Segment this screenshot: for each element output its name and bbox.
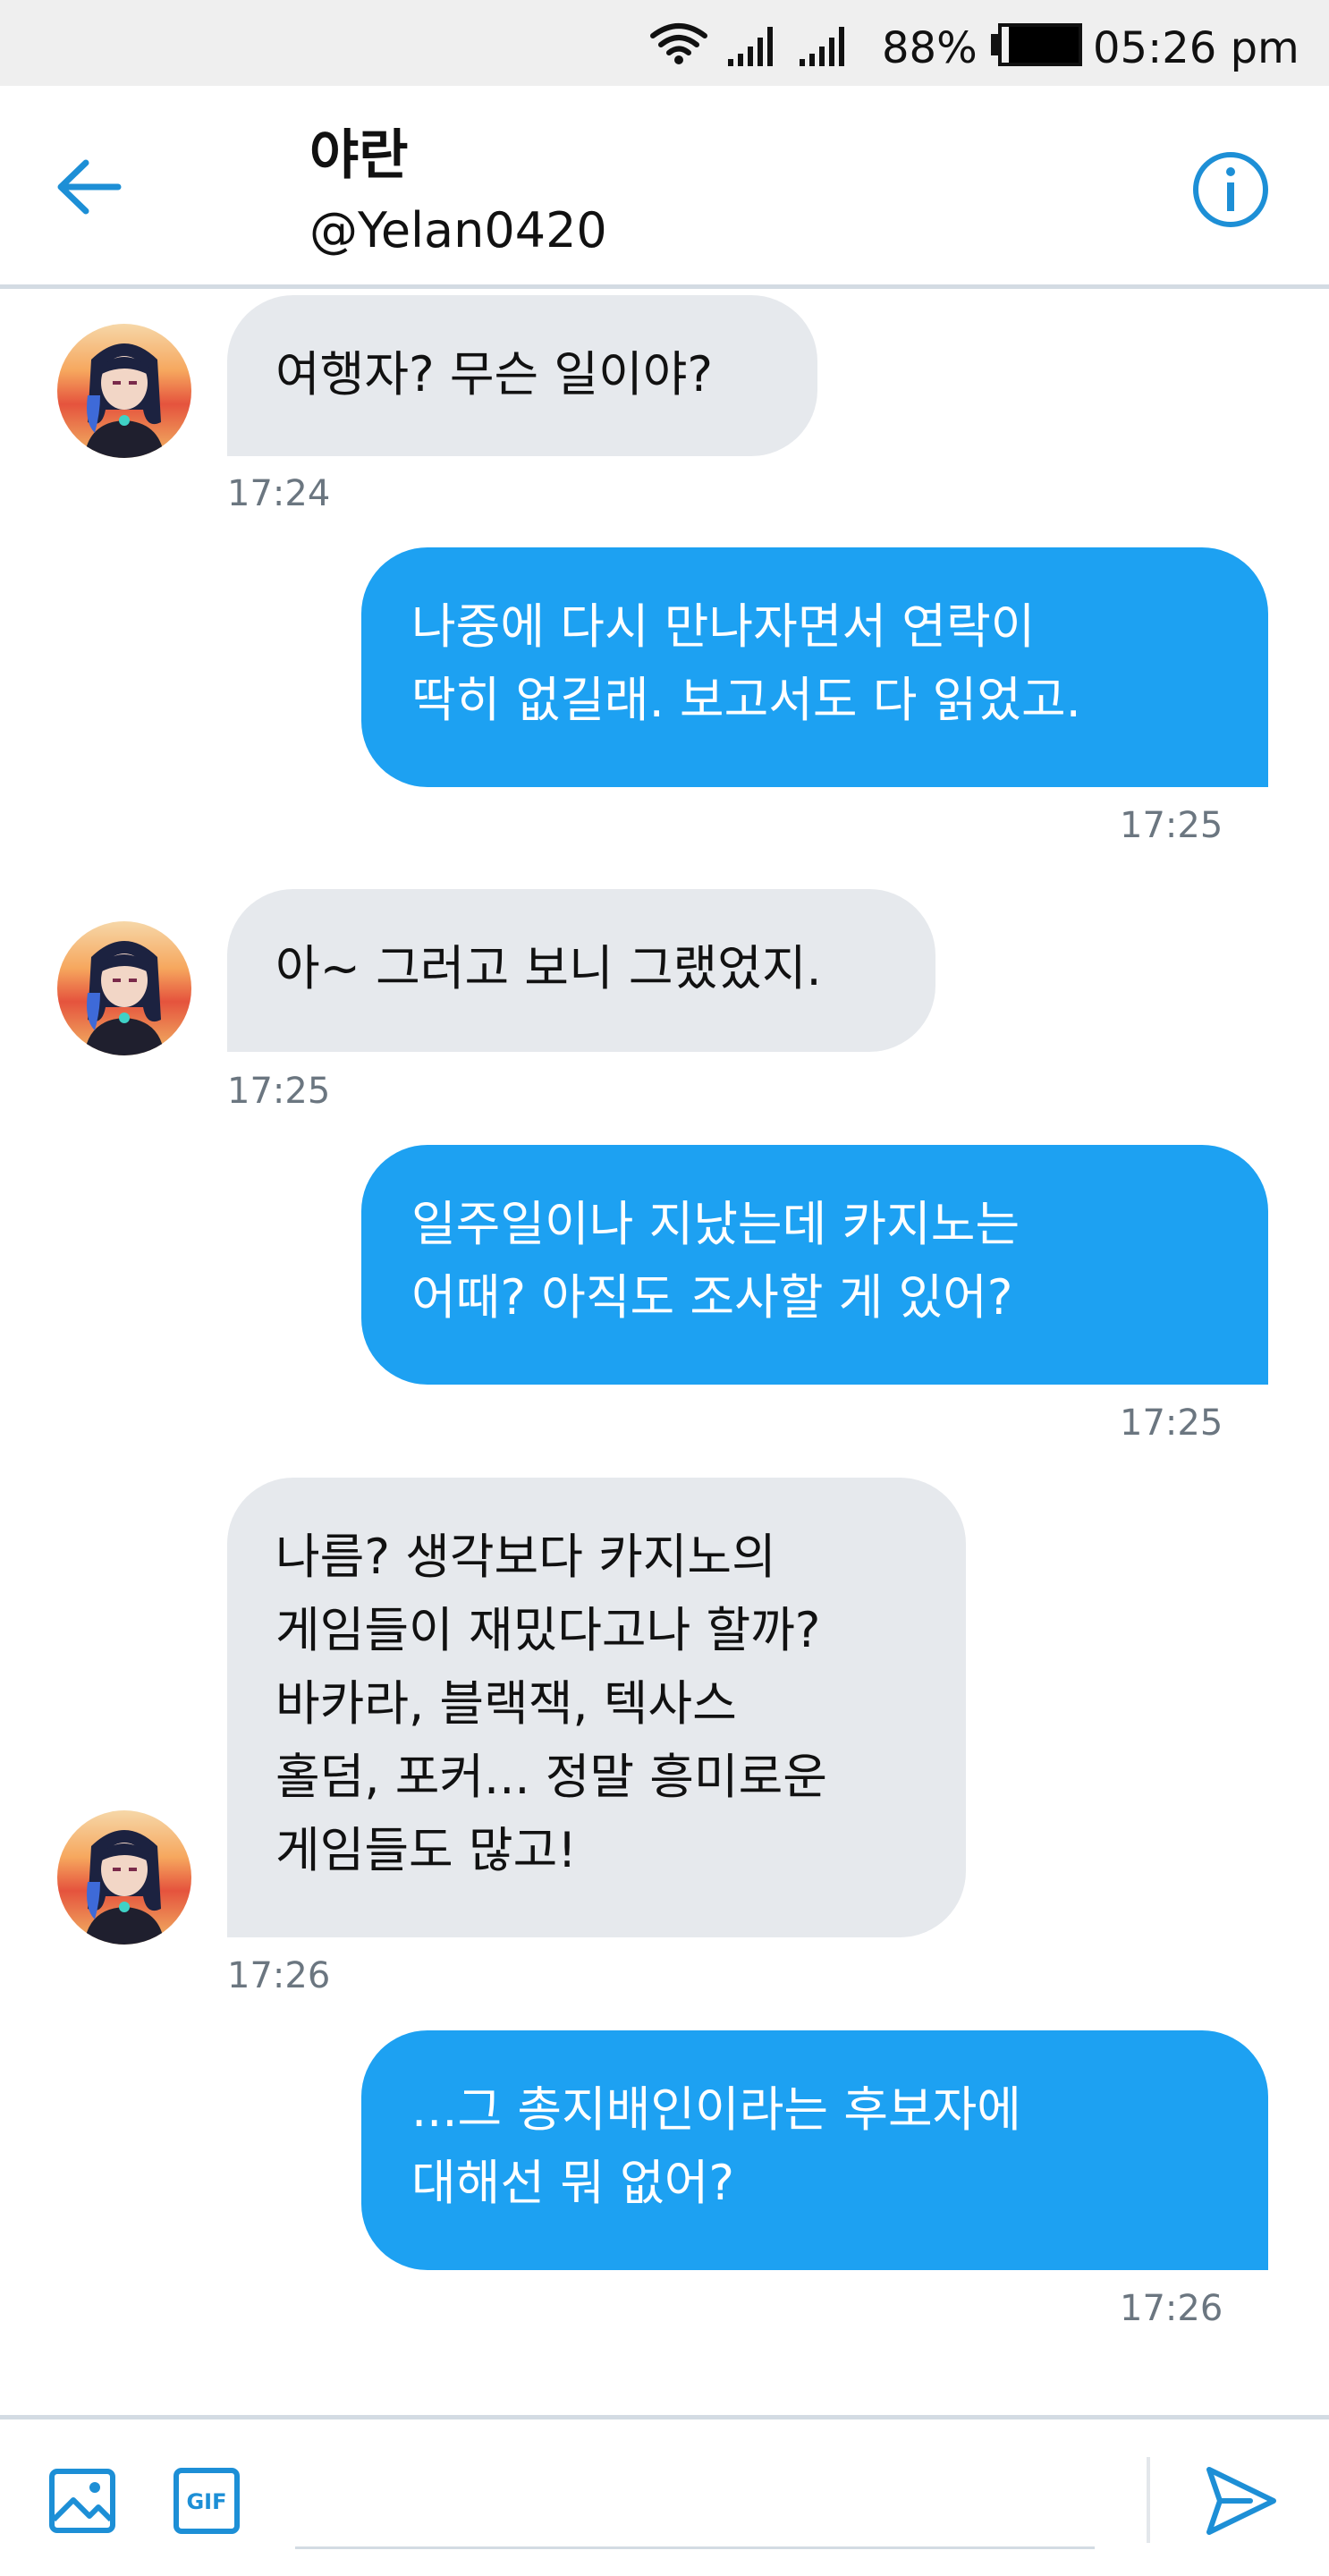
status-bar: 88% 05:26 pm: [0, 0, 1329, 86]
contact-name: 야란: [309, 124, 409, 187]
avatar-portrait-icon: [57, 1810, 191, 1945]
contact-avatar[interactable]: [57, 324, 191, 458]
contact-avatar[interactable]: [57, 921, 191, 1055]
send-icon[interactable]: [1204, 2464, 1279, 2538]
avatar-portrait-icon: [57, 324, 191, 458]
battery-percentage: 88%: [882, 23, 978, 73]
message-timestamp: 17:26: [1120, 2288, 1223, 2329]
outgoing-message-bubble: 일주일이나 지났는데 카지노는 어때? 아직도 조사할 게 있어?: [361, 1145, 1268, 1385]
conversation-header: 야란 @Yelan0420: [0, 86, 1329, 289]
message-input[interactable]: [295, 2455, 1095, 2549]
signal-icon: [800, 27, 844, 66]
battery-icon: [991, 23, 1082, 66]
back-arrow-icon[interactable]: [54, 156, 125, 218]
message-timestamp: 17:25: [1120, 805, 1223, 846]
outgoing-message-bubble: ...그 총지배인이라는 후보자에 대해선 뭐 없어?: [361, 2030, 1268, 2270]
outgoing-message-bubble: 나중에 다시 만나자면서 연락이 딱히 없길래. 보고서도 다 읽었고.: [361, 547, 1268, 787]
incoming-message-bubble: 나름? 생각보다 카지노의 게임들이 재밌다고나 할까? 바카라, 블랙잭, 텍…: [227, 1478, 966, 1937]
message-timestamp: 17:24: [227, 473, 331, 514]
avatar-portrait-icon: [57, 921, 191, 1055]
composer-divider: [1147, 2457, 1150, 2543]
message-timestamp: 17:26: [227, 1955, 331, 1996]
message-composer: GIF: [0, 2415, 1329, 2576]
contact-handle: @Yelan0420: [309, 202, 607, 258]
info-icon[interactable]: [1191, 150, 1270, 229]
incoming-message-bubble: 아~ 그러고 보니 그랬었지.: [227, 889, 935, 1052]
incoming-message-bubble: 여행자? 무슨 일이야?: [227, 295, 817, 456]
message-timestamp: 17:25: [1120, 1402, 1223, 1444]
gif-button[interactable]: GIF: [174, 2468, 240, 2534]
wifi-icon: [650, 23, 707, 64]
gif-label: GIF: [186, 2489, 226, 2514]
signal-icon: [728, 27, 773, 66]
dm-conversation-screen: 88% 05:26 pm 야란 @Yelan0420 여행자? 무슨 일이야? …: [0, 0, 1329, 2576]
gif-icon: GIF: [174, 2468, 240, 2534]
contact-avatar[interactable]: [57, 1810, 191, 1945]
status-time: 05:26 pm: [1093, 23, 1299, 73]
image-icon[interactable]: [48, 2468, 116, 2534]
message-timestamp: 17:25: [227, 1071, 331, 1112]
